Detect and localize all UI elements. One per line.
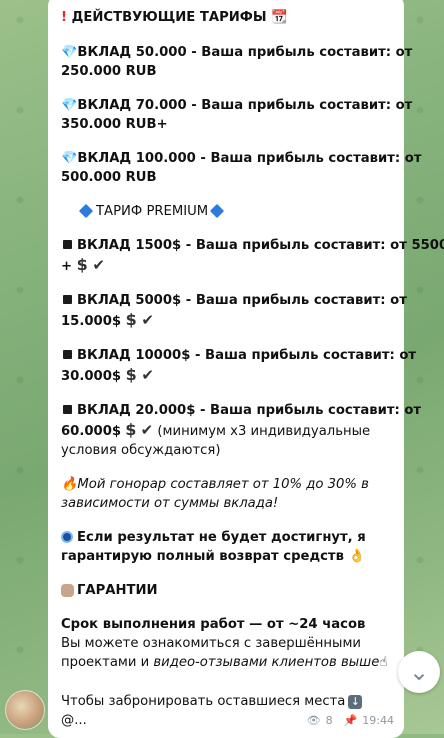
srok-bold: Срок выполнения работ — от ~24 часов xyxy=(61,617,366,632)
srok-line3-italic: видео-отзывами клиентов выше xyxy=(153,655,380,670)
premium-2-line2: 15.000$ xyxy=(61,314,122,329)
vklad-3-line2: 500.000 RUB xyxy=(61,170,157,185)
vklad-1-line2: 250.000 RUB xyxy=(61,64,157,79)
message-title: ДЕЙСТВУЮЩИЕ ТАРИФЫ xyxy=(71,10,267,25)
premium-4-line3: условия обсуждаются) xyxy=(61,443,221,458)
premium-4-extra: (минимум х3 индивидуальные xyxy=(157,424,371,439)
srok: Срок выполнения работ — от ~24 часов Вы … xyxy=(61,615,392,672)
check-icon: ✔ xyxy=(92,256,105,274)
premium-item-2: ВКЛАД 5000$ - Ваша прибыль составит: от … xyxy=(61,291,407,331)
gem-icon: 💎 xyxy=(61,98,78,113)
guarantee-line2: гарантирую полный возврат средств xyxy=(61,549,344,564)
garantii-label: ГАРАНТИИ xyxy=(77,583,158,598)
premium-label: ТАРИФ PREMIUM xyxy=(96,204,209,219)
gem-icon: 💎 xyxy=(61,151,78,166)
premium-heading: ТАРИФ PREMIUM xyxy=(61,202,392,221)
black-square-icon xyxy=(63,405,72,414)
book-line1: Чтобы забронировать оставшиеся места xyxy=(61,694,346,709)
eye-icon: 👁 xyxy=(306,714,321,727)
srok-line2: Вы можете ознакомиться с завершёнными xyxy=(61,636,361,651)
premium-2-line1: ВКЛАД 5000$ - Ваша прибыль составит: от xyxy=(77,293,407,308)
blue-diamond-icon xyxy=(78,203,94,218)
vklad-3-line1: ВКЛАД 100.000 - Ваша прибыль составит: о… xyxy=(77,151,422,166)
scroll-down-button[interactable]: ⌄ xyxy=(398,651,440,693)
black-square-icon xyxy=(63,350,72,359)
premium-3-line2: 30.000$ xyxy=(61,369,122,384)
black-square-icon xyxy=(63,240,72,249)
fire-icon: 🔥 xyxy=(61,477,78,492)
message-time: 19:44 xyxy=(362,714,394,727)
person-icon xyxy=(61,583,74,597)
black-square-icon xyxy=(63,295,72,304)
honorar-line1: Мой гонорар составляет от 10% до 30% в xyxy=(77,477,369,492)
nazar-icon xyxy=(61,531,73,543)
check-icon: ✔ xyxy=(141,311,154,329)
chevron-down-icon: ⌄ xyxy=(408,658,430,686)
vklad-3: 💎ВКЛАД 100.000 - Ваша прибыль составит: … xyxy=(61,149,421,187)
channel-avatar[interactable] xyxy=(5,690,45,730)
vklad-1-line1: ВКЛАД 50.000 - Ваша прибыль составит: от xyxy=(77,45,413,60)
dollar-icon: $ xyxy=(125,310,137,329)
gem-icon: 💎 xyxy=(61,45,78,60)
premium-4-line2: 60.000$ xyxy=(61,424,122,439)
pin-icon: 📌 xyxy=(343,714,358,727)
calendar-icon: 📆 xyxy=(271,10,288,25)
dollar-icon: $ xyxy=(125,365,137,384)
blue-diamond-icon xyxy=(210,203,225,218)
vklad-1: 💎ВКЛАД 50.000 - Ваша прибыль составит: о… xyxy=(61,43,412,81)
check-icon: ✔ xyxy=(140,421,154,439)
premium-1-line2: + xyxy=(61,259,73,274)
srok-line3-plain: проектами и xyxy=(61,655,154,670)
dollar-icon: $ xyxy=(76,255,88,274)
premium-item-1: ВКЛАД 1500$ - Ваша прибыль составит: от … xyxy=(61,236,444,276)
vklad-2-line1: ВКЛАД 70.000 - Ваша прибыль составит: от xyxy=(77,98,413,113)
vklad-2: 💎ВКЛАД 70.000 - Ваша прибыль составит: о… xyxy=(61,96,412,134)
premium-3-line1: ВКЛАД 10000$ - Ваша прибыль составит: от xyxy=(77,348,417,363)
honorar: 🔥Мой гонорар составляет от 10% до 30% в … xyxy=(61,475,392,513)
guarantee: Если результат не будет достигнут, я гар… xyxy=(61,528,392,566)
check-icon: ✔ xyxy=(141,366,154,384)
message-meta: 👁 8 📌 19:44 xyxy=(307,711,394,730)
down-arrow-icon: ↓ xyxy=(348,695,363,709)
premium-4-line1: ВКЛАД 20.000$ - Ваша прибыль составит: о… xyxy=(77,403,422,418)
exclamation-icon: ! xyxy=(61,10,68,25)
premium-item-4: ВКЛАД 20.000$ - Ваша прибыль составит: о… xyxy=(61,401,421,460)
vklad-2-line2: 350.000 RUB+ xyxy=(61,117,168,132)
honorar-line2: зависимости от суммы вклада! xyxy=(61,496,279,511)
garantii-heading: ГАРАНТИИ xyxy=(61,581,392,600)
title-row: ! ДЕЙСТВУЮЩИЕ ТАРИФЫ 📆 xyxy=(61,8,392,27)
ok-hand-icon: 👌 xyxy=(348,549,365,564)
message-bubble[interactable]: ! ДЕЙСТВУЮЩИЕ ТАРИФЫ 📆 💎ВКЛАД 50.000 - В… xyxy=(48,0,444,738)
point-up-icon: ☝ xyxy=(379,655,388,670)
premium-1-line1: ВКЛАД 1500$ - Ваша прибыль составит: от … xyxy=(77,238,444,253)
premium-item-3: ВКЛАД 10000$ - Ваша прибыль составит: от… xyxy=(61,346,416,386)
guarantee-line1: Если результат не будет достигнут, я xyxy=(77,530,366,545)
view-count: 8 xyxy=(325,714,333,727)
dollar-icon: $ xyxy=(125,420,137,439)
